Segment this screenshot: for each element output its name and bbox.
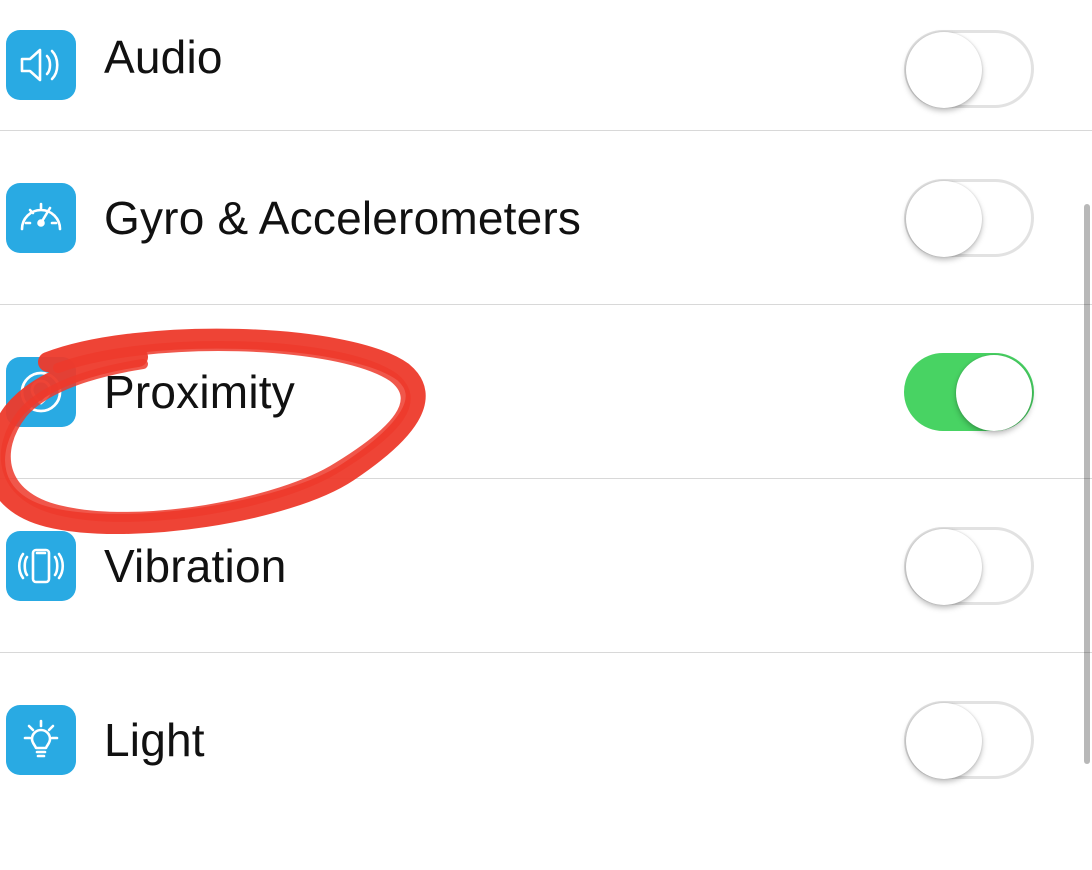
toggle-gyro[interactable] — [904, 179, 1034, 257]
lightbulb-icon — [6, 705, 76, 775]
toggle-vibration[interactable] — [904, 527, 1034, 605]
toggle-audio[interactable] — [904, 30, 1034, 108]
row-gyro-label: Gyro & Accelerometers — [104, 191, 904, 245]
row-gyro: Gyro & Accelerometers — [0, 130, 1092, 304]
row-light-label: Light — [104, 713, 904, 767]
row-audio: Audio — [0, 0, 1092, 130]
toggle-proximity[interactable] — [904, 353, 1034, 431]
toggle-knob — [906, 32, 982, 108]
vibration-icon — [6, 531, 76, 601]
toggle-knob — [906, 181, 982, 257]
row-audio-label: Audio — [104, 30, 904, 84]
toggle-knob — [906, 703, 982, 779]
pin-icon — [6, 357, 76, 427]
settings-list: Audio Gyro & Accelerometers — [0, 0, 1092, 826]
toggle-knob — [906, 529, 982, 605]
row-proximity: Proximity — [0, 304, 1092, 478]
gauge-icon — [6, 183, 76, 253]
row-light: Light — [0, 652, 1092, 826]
toggle-light[interactable] — [904, 701, 1034, 779]
speaker-icon — [6, 30, 76, 100]
toggle-knob — [956, 355, 1032, 431]
row-vibration: Vibration — [0, 478, 1092, 652]
scrollbar-indicator[interactable] — [1084, 204, 1090, 764]
row-proximity-label: Proximity — [104, 365, 904, 419]
row-vibration-label: Vibration — [104, 539, 904, 593]
